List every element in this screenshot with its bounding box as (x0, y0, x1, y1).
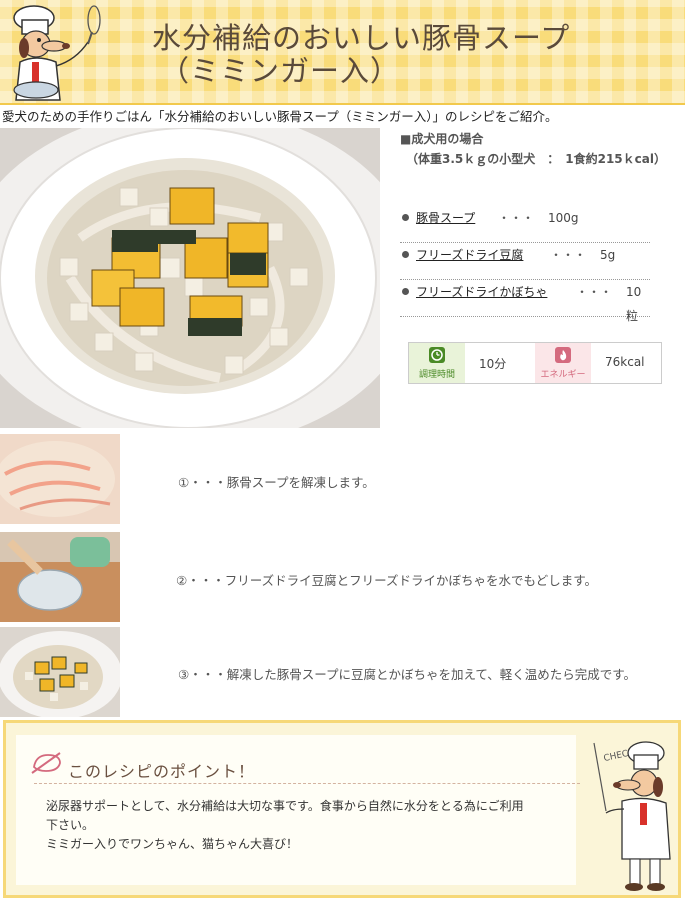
recipe-point-box: このレシピのポイント！ 泌尿器サポートとして、水分補給は大切な事です。食事から自… (3, 720, 681, 898)
point-line-2: 下さい。 (46, 818, 95, 832)
point-title: このレシピのポイント！ (68, 762, 256, 781)
main-dish-photo (0, 128, 380, 428)
step-3-photo (0, 627, 120, 717)
recipe-info: ■成犬用の場合 （体重3.5ｋｇの小型犬 ： 1食約215ｋcal） (400, 129, 670, 169)
separator-dots: ・・・ (498, 211, 535, 225)
ingredient-link[interactable]: フリーズドライ豆腐 (416, 243, 523, 267)
pencil-note-icon (31, 752, 61, 774)
step-3-text: ③・・・解凍した豚骨スープに豆腐とかぼちゃを加えて、軽く温めたら完成です。 (178, 667, 636, 682)
title-line-2: （ミミンガー入） (160, 54, 401, 88)
ingredient-item: フリーズドライかぼちゃ ・・・ 10粒 (400, 280, 650, 323)
point-line-3: ミミガー入りでワンちゃん、猫ちゃん大喜び！ (46, 837, 299, 851)
point-content: このレシピのポイント！ 泌尿器サポートとして、水分補給は大切な事です。食事から自… (16, 735, 580, 885)
page-title: 水分補給のおいしい豚骨スープ （ミミンガー入） (152, 22, 672, 88)
recipe-stats: 調理時間 10分 エネルギー 76kcal (408, 342, 662, 384)
energy-label: エネルギー (540, 370, 586, 380)
separator-dots: ・・・ (576, 285, 613, 299)
rehydrate-image (0, 532, 120, 622)
bullet-icon (402, 214, 409, 221)
cooking-time-badge: 調理時間 (409, 343, 465, 383)
flame-icon (555, 347, 571, 363)
energy-value: 76kcal (605, 355, 645, 369)
ingredient-item: フリーズドライ豆腐 ・・・ 5g (400, 243, 650, 280)
case-label: ■成犬用の場合 (400, 132, 484, 146)
ingredient-link[interactable]: フリーズドライかぼちゃ (416, 280, 547, 304)
finished-soup-image (0, 627, 120, 717)
dog-condition: （体重3.5ｋｇの小型犬 ： 1食約215ｋcal） (406, 152, 666, 166)
point-line-1: 泌尿器サポートとして、水分補給は大切な事です。食事から自然に水分をとる為にご利用 (46, 799, 524, 813)
separator-dots: ・・・ (550, 248, 587, 262)
ingredient-amount: 5g (600, 248, 616, 262)
ingredient-amount: 100g (548, 211, 579, 225)
time-value: 10分 (479, 357, 507, 371)
ingredient-item: 豚骨スープ ・・・ 100g (400, 206, 650, 243)
ingredient-list: 豚骨スープ ・・・ 100g フリーズドライ豆腐 ・・・ 5g フリーズドライか… (400, 206, 650, 323)
step-2-photo (0, 532, 120, 622)
check-chef-mascot-icon: CHECK (593, 741, 671, 891)
chef-mascot-icon (13, 5, 101, 101)
bullet-icon (402, 288, 409, 295)
frozen-soup-image (0, 434, 120, 524)
soup-bowl-image (0, 128, 380, 428)
bullet-icon (402, 251, 409, 258)
step-1-text: ①・・・豚骨スープを解凍します。 (178, 475, 375, 490)
energy-badge: エネルギー (535, 343, 591, 383)
step-1-photo (0, 434, 120, 524)
divider (34, 783, 580, 784)
step-2-text: ②・・・フリーズドライ豆腐とフリーズドライかぼちゃを水でもどします。 (176, 573, 597, 588)
point-body: 泌尿器サポートとして、水分補給は大切な事です。食事から自然に水分をとる為にご利用… (46, 797, 566, 854)
time-label: 調理時間 (418, 370, 455, 380)
ingredient-link[interactable]: 豚骨スープ (416, 206, 475, 230)
clock-icon (429, 347, 445, 363)
title-line-1: 水分補給のおいしい豚骨スープ (152, 21, 571, 55)
intro-text: 愛犬のための手作りごはん「水分補給のおいしい豚骨スープ（ミミンガー入）」のレシピ… (2, 109, 558, 124)
ingredient-amount: 10粒 (626, 285, 642, 323)
page-header: 水分補給のおいしい豚骨スープ （ミミンガー入） (0, 0, 685, 105)
